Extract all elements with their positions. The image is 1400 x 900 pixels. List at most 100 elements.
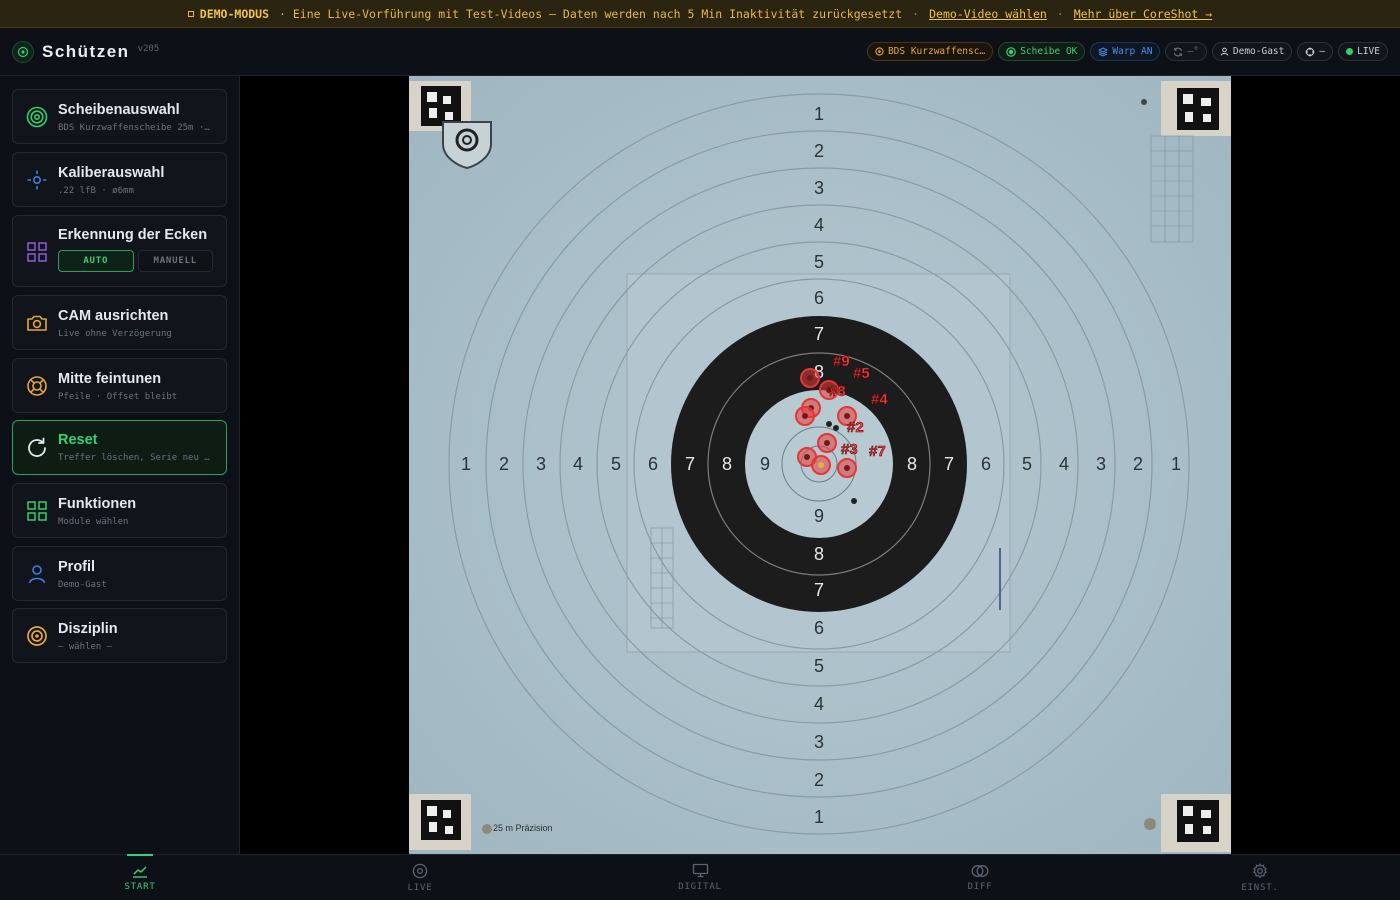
gear-icon (1253, 862, 1267, 878)
nav-diff-label: DIFF (967, 881, 993, 892)
ring-number: 9 (814, 506, 824, 526)
corner-marker-bottom-right (1161, 794, 1231, 852)
ring-number: 7 (814, 580, 824, 600)
grid-icon (25, 240, 49, 264)
card-title: Kaliberauswahl (58, 165, 165, 181)
warp-label: Warp AN (1112, 46, 1153, 57)
lifebuoy-icon (25, 374, 49, 398)
nav-einst-label: EINST. (1241, 882, 1279, 893)
target-chip-label: BDS Kurzwaffensc… (887, 46, 986, 57)
live-target-icon (412, 863, 428, 878)
user-icon (1220, 47, 1229, 56)
ring-number: 2 (814, 141, 824, 161)
mode-manual-button[interactable]: MANUELL (137, 250, 213, 272)
ring-number: 2 (499, 454, 509, 474)
user-chip-label: Demo-Gast (1232, 46, 1285, 57)
ring-number: 8 (814, 544, 824, 564)
card-reset[interactable]: Reset Treffer löschen, Serie neu … (12, 420, 227, 475)
chart-line-icon (133, 865, 147, 878)
card-subtitle: — wählen — (58, 642, 113, 652)
ring-number: 6 (981, 454, 991, 474)
version-label: v205 (137, 43, 160, 54)
app-title: Schützen (42, 41, 130, 61)
target-image[interactable]: 1234567898765432112345678987654321 25 m … (409, 76, 1231, 854)
warp-chip[interactable]: Warp AN (1090, 42, 1161, 61)
target-chip[interactable]: BDS Kurzwaffensc… (866, 42, 994, 61)
sync-chip[interactable]: —° (1165, 42, 1207, 61)
diff-circles-icon (971, 864, 989, 877)
card-subtitle: Live ohne Verzögerung (58, 329, 172, 339)
bottom-navigation: START LIVE DIGITAL DIFF EINST. (0, 854, 1400, 900)
card-erkennung-ecken: Erkennung der Ecken AUTO MANUELL (12, 215, 227, 287)
card-subtitle: Pfeile · Offset bleibt (58, 392, 178, 402)
card-profil[interactable]: Profil Demo-Gast (12, 546, 227, 601)
bullseye-icon (25, 624, 49, 648)
card-subtitle: BDS Kurzwaffenscheibe 25m ·… (58, 123, 210, 133)
ring-number: 7 (685, 454, 695, 474)
ring-number: 4 (1059, 454, 1069, 474)
nav-diff[interactable]: DIFF (840, 855, 1120, 900)
separator: · (1056, 6, 1064, 21)
ring-number: 9 (760, 454, 770, 474)
ring-number: 5 (1022, 454, 1032, 474)
card-title: Erkennung der Ecken (58, 227, 208, 243)
shot-center (807, 375, 813, 381)
scheibe-status-chip[interactable]: Scheibe OK (998, 42, 1086, 61)
live-dot-icon (1346, 48, 1354, 55)
corner-marker-bottom-left (409, 794, 471, 850)
crosshair-chip[interactable]: — (1297, 42, 1334, 61)
shot-label: #9 (833, 353, 850, 370)
card-kaliberauswahl[interactable]: Kaliberauswahl .22 lfB · ø6mm (12, 152, 227, 207)
nav-live[interactable]: LIVE (280, 855, 560, 900)
nav-live-label: LIVE (407, 882, 433, 893)
ring-number: 3 (814, 178, 824, 198)
nav-digital[interactable]: DIGITAL (560, 855, 840, 900)
layers-icon (1098, 46, 1109, 57)
shot-center (804, 454, 810, 460)
ring-number: 8 (907, 454, 917, 474)
about-coreshot-link[interactable]: Mehr über CoreShot → (1074, 7, 1212, 21)
demo-badge: DEMO-MODUS (187, 7, 269, 21)
bullet-hole (851, 498, 857, 504)
camera-icon (25, 311, 49, 335)
live-chip[interactable]: LIVE (1338, 42, 1388, 61)
card-title: Scheibenauswahl (58, 102, 180, 118)
nav-digital-label: DIGITAL (678, 882, 722, 892)
shot-center (844, 465, 850, 471)
ring-number: 4 (814, 694, 824, 714)
bullet-hole (833, 425, 839, 431)
demo-video-link[interactable]: Demo-Video wählen (929, 7, 1047, 21)
shot-center (818, 462, 824, 468)
target-footer-text: 25 m Präzision (493, 823, 553, 833)
user-chip[interactable]: Demo-Gast (1211, 42, 1293, 61)
card-mitte-feintunen[interactable]: Mitte feintunen Pfeile · Offset bleibt (12, 358, 227, 413)
ring-number: 1 (1171, 454, 1181, 474)
card-scheibenauswahl[interactable]: Scheibenauswahl BDS Kurzwaffenscheibe 25… (12, 89, 227, 144)
nav-einstellungen[interactable]: EINST. (1120, 855, 1400, 900)
shot-label: #2 (847, 419, 864, 436)
mode-auto-button[interactable]: AUTO (58, 250, 134, 272)
card-title: Profil (58, 559, 96, 575)
ring-number: 2 (1133, 454, 1143, 474)
ring-number: 7 (814, 324, 824, 344)
ring-number: 5 (814, 252, 824, 272)
ring-number: 4 (814, 215, 824, 235)
ring-number: 1 (814, 104, 824, 124)
ring-number: 5 (611, 454, 621, 474)
card-title: Funktionen (58, 496, 137, 512)
nav-start[interactable]: START (0, 855, 280, 900)
sync-value: —° (1187, 46, 1199, 57)
card-disziplin[interactable]: Disziplin — wählen — (12, 608, 227, 663)
card-title: CAM ausrichten (58, 308, 169, 324)
logo-target-icon (12, 40, 34, 63)
sidebar: Scheibenauswahl BDS Kurzwaffenscheibe 25… (0, 76, 240, 854)
card-title: Disziplin (58, 621, 118, 637)
target-icon (875, 47, 884, 56)
card-funktionen[interactable]: Funktionen Module wählen (12, 483, 227, 538)
refresh-icon (1174, 47, 1183, 56)
card-cam-ausrichten[interactable]: CAM ausrichten Live ohne Verzögerung (12, 295, 227, 350)
card-subtitle: Demo-Gast (58, 580, 107, 590)
card-title: Mitte feintunen (58, 371, 162, 387)
card-subtitle: Module wählen (58, 517, 129, 527)
check-circle-icon (1006, 46, 1016, 57)
